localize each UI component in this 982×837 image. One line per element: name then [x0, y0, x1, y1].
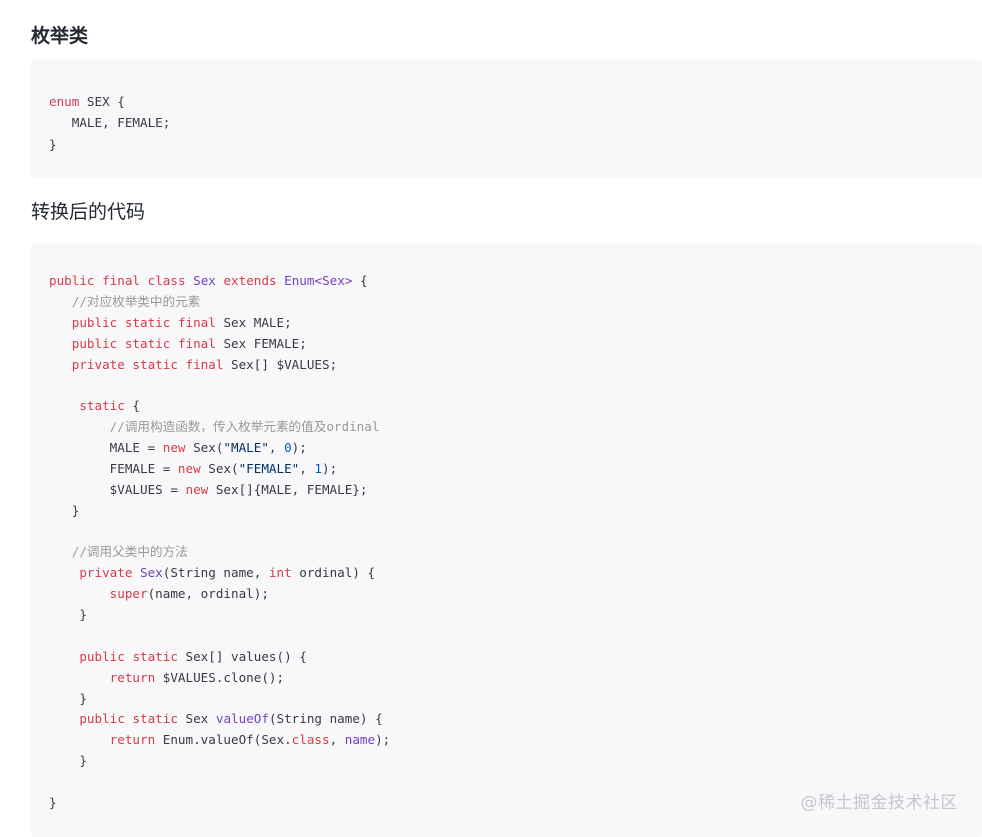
code-content: enum SEX { MALE, FEMALE; }: [49, 94, 171, 152]
code-block-converted-class: public final class Sex extends Enum<Sex>…: [31, 244, 982, 837]
code-content: public final class Sex extends Enum<Sex>…: [49, 273, 391, 810]
code-block-enum-definition: enum SEX { MALE, FEMALE; }: [31, 60, 982, 178]
section-heading-converted-code: 转换后的代码: [31, 201, 146, 223]
watermark-text: @稀土掘金技术社区: [800, 793, 958, 813]
section-heading-enum-class: 枚举类: [31, 25, 89, 47]
